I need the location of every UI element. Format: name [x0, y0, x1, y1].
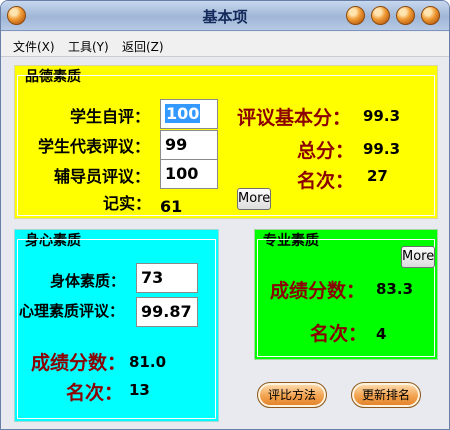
counselor-eval-label: 辅导员评议： [54, 167, 151, 186]
base-score-label: 评议基本分： [237, 107, 352, 129]
rep-eval-label: 学生代表评议： [38, 137, 151, 156]
help-icon[interactable] [346, 6, 365, 25]
moral-rank-label: 名次： [297, 170, 355, 192]
physical-score-value: 81.0 [129, 353, 167, 371]
physical-rank-label: 名次： [66, 382, 124, 404]
physical-quality-group: 身心素质 身体素质： 73 心理素质评议： 99.87 成绩分数： 81.0 名… [14, 229, 219, 422]
total-label: 总分： [297, 140, 355, 162]
moral-quality-group: 品德素质 学生自评： 100 学生代表评议： 99 辅导员评议： 100 记实：… [14, 65, 438, 219]
self-eval-label: 学生自评： [70, 107, 151, 126]
moral-rank-value: 27 [367, 167, 388, 185]
record-label: 记实： [103, 194, 152, 213]
counselor-eval-input[interactable]: 100 [160, 159, 218, 189]
body-quality-input[interactable]: 73 [136, 263, 198, 293]
professional-score-value: 83.3 [376, 280, 414, 298]
mental-quality-label: 心理素质评议： [19, 302, 125, 320]
record-value: 61 [160, 197, 183, 216]
professional-rank-label: 名次： [310, 323, 368, 345]
menu-back[interactable]: 返回(Z) [122, 38, 164, 55]
title-bar[interactable]: 基本项 [1, 1, 449, 31]
minimize-icon[interactable] [371, 6, 390, 25]
physical-score-label: 成绩分数： [31, 352, 127, 374]
professional-score-label: 成绩分数： [270, 280, 366, 302]
total-value: 99.3 [363, 140, 401, 158]
main-window: 基本项 文件(X) 工具(Y) 返回(Z) 品德素质 学生自评： 100 学生代… [0, 0, 450, 430]
close-icon[interactable] [421, 6, 440, 25]
base-score-value: 99.3 [363, 107, 401, 125]
body-quality-label: 身体素质： [50, 272, 126, 290]
menu-file[interactable]: 文件(X) [13, 38, 55, 55]
self-eval-input[interactable]: 100 [160, 99, 218, 129]
evaluation-method-button[interactable]: 评比方法 [257, 382, 327, 408]
update-ranking-button[interactable]: 更新排名 [351, 382, 421, 408]
professional-quality-group: 专业素质 More 成绩分数： 83.3 名次： 4 [254, 229, 438, 360]
professional-rank-value: 4 [376, 325, 387, 343]
maximize-icon[interactable] [396, 6, 415, 25]
moral-more-button[interactable]: More [237, 188, 271, 210]
rep-eval-input[interactable]: 99 [160, 130, 218, 160]
self-eval-value: 100 [165, 104, 201, 123]
professional-more-button[interactable]: More [401, 246, 435, 268]
physical-rank-value: 13 [129, 381, 150, 399]
menu-tools[interactable]: 工具(Y) [68, 38, 109, 55]
menu-bar: 文件(X) 工具(Y) 返回(Z) [1, 32, 449, 57]
mental-quality-input[interactable]: 99.87 [136, 297, 198, 327]
